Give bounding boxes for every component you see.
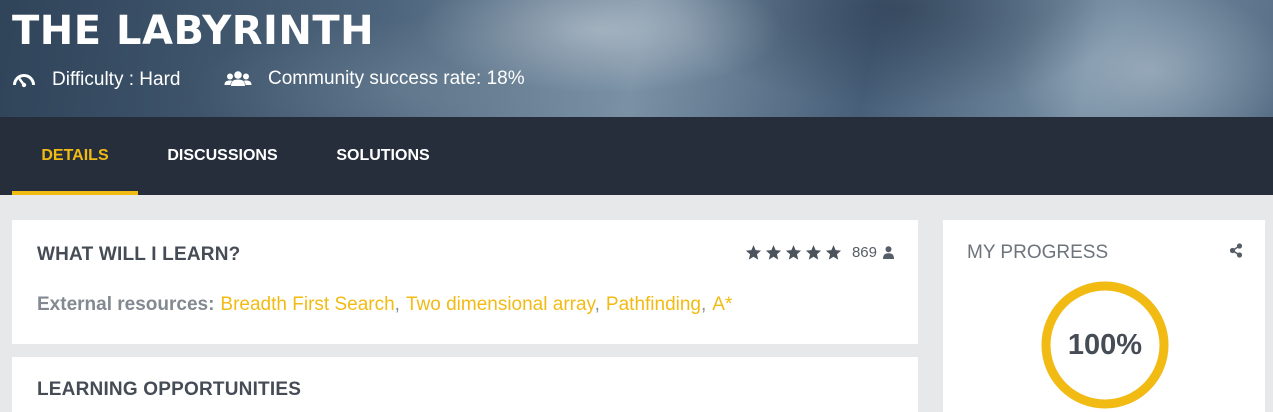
progress-title: MY PROGRESS <box>967 242 1109 263</box>
resource-link-astar[interactable]: A* <box>712 294 732 315</box>
opportunities-card: LEARNING OPPORTUNITIES <box>12 357 918 412</box>
tab-solutions[interactable]: SOLUTIONS <box>320 117 446 195</box>
users-icon <box>224 71 252 86</box>
success-rate-info: Community success rate: 18% <box>224 68 525 90</box>
learn-card-title: WHAT WILL I LEARN? <box>37 244 241 265</box>
star-icon <box>805 245 822 260</box>
resource-link-bfs[interactable]: Breadth First Search <box>220 294 394 315</box>
puzzle-title: THE LABYRINTH <box>12 8 375 54</box>
hero-banner: THE LABYRINTH Difficulty : Hard Communit… <box>0 0 1273 117</box>
tab-bar: DETAILS DISCUSSIONS SOLUTIONS <box>0 117 1273 195</box>
tab-details[interactable]: DETAILS <box>12 117 138 195</box>
star-icon <box>785 245 802 260</box>
resource-link-pathfinding[interactable]: Pathfinding <box>606 294 701 315</box>
user-icon <box>883 246 894 259</box>
learn-card: WHAT WILL I LEARN? 869 External resource… <box>12 220 918 344</box>
rating: 869 <box>745 244 894 261</box>
success-rate-text: Community success rate: 18% <box>268 68 525 89</box>
rating-stars <box>745 244 842 261</box>
progress-percent: 100% <box>1067 329 1143 361</box>
resource-link-2d-array[interactable]: Two dimensional array <box>406 294 595 315</box>
share-icon[interactable] <box>1229 243 1243 258</box>
resources-label: External resources: <box>37 294 215 315</box>
star-icon <box>765 245 782 260</box>
speedometer-icon <box>13 74 35 88</box>
progress-card: MY PROGRESS 100% <box>943 220 1265 412</box>
rating-count: 869 <box>851 244 877 261</box>
star-icon <box>825 245 842 260</box>
difficulty-text: Difficulty : Hard <box>52 69 181 90</box>
external-resources: External resources: Breadth First Search,… <box>37 294 733 315</box>
opportunities-card-title: LEARNING OPPORTUNITIES <box>37 379 302 400</box>
star-icon <box>745 245 762 260</box>
difficulty-info: Difficulty : Hard <box>12 68 180 92</box>
tab-discussions[interactable]: DISCUSSIONS <box>150 117 295 195</box>
